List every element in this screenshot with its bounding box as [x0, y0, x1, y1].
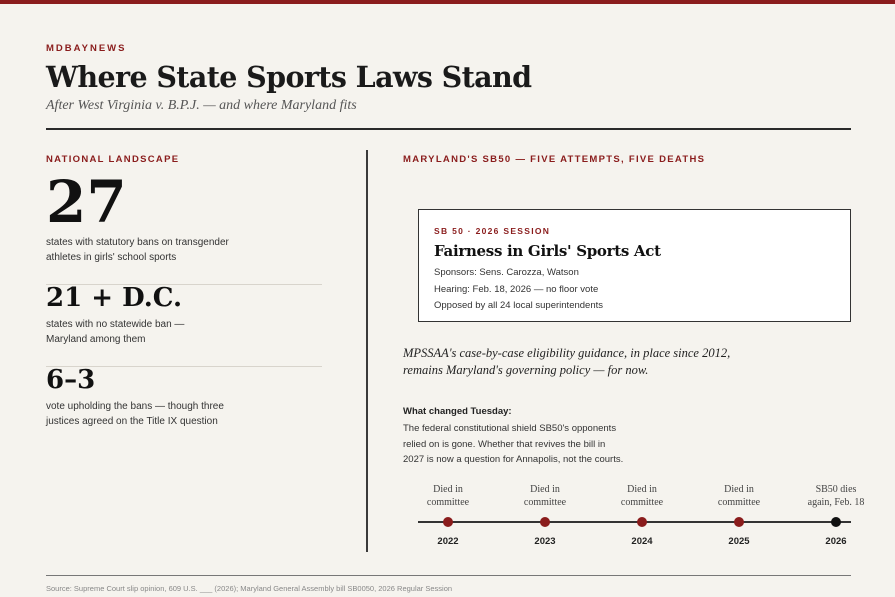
timeline-label-line: committee — [426, 497, 470, 508]
page-title: Where State Sports Laws Stand — [46, 60, 532, 94]
timeline-label-line: Died in — [530, 484, 560, 495]
timeline-entry: Died in committee 2023 — [495, 483, 595, 547]
timeline-label-line: Died in — [433, 484, 463, 495]
page-subtitle: After West Virginia v. B.P.J. — and wher… — [46, 98, 357, 113]
timeline-entry: Died in committee 2022 — [398, 483, 498, 547]
timeline-entry: Died in committee 2024 — [592, 483, 692, 547]
what-changed-body: The federal constitutional shield SB50's… — [403, 421, 643, 468]
stat-states-with-bans-desc: states with statutory bans on transgende… — [46, 235, 229, 265]
what-changed-line: relied on is gone. Whether that revives … — [403, 438, 606, 450]
stat-desc-line: Maryland among them — [46, 334, 146, 345]
bill-card-opposition: Opposed by all 24 local superintendents — [434, 300, 604, 311]
header-rule — [46, 128, 851, 130]
timeline-dot — [637, 517, 647, 527]
stat-states-with-bans-value: 27 — [46, 168, 127, 236]
timeline-label: SB50 dies again, Feb. 18 — [786, 483, 886, 509]
timeline-year: 2025 — [728, 536, 750, 547]
stat-no-ban-value: 21 + D.C. — [46, 283, 183, 313]
timeline-label-line: Died in — [627, 484, 657, 495]
bill-card-sponsors: Sponsors: Sens. Carozza, Watson — [434, 267, 579, 278]
column-divider — [366, 150, 368, 552]
timeline-dot — [443, 517, 453, 527]
timeline-label-line: again, Feb. 18 — [807, 497, 865, 508]
timeline-year: 2024 — [631, 536, 653, 547]
stat-desc-line: justices agreed on the Title IX question — [46, 416, 218, 427]
stat-desc-line: vote upholding the bans — though three — [46, 401, 224, 412]
bill-card-hearing: Hearing: Feb. 18, 2026 — no floor vote — [434, 284, 599, 295]
timeline-label-line: committee — [523, 497, 567, 508]
source-note: Source: Supreme Court slip opinion, 609 … — [46, 584, 453, 593]
stat-vote-value: 6–3 — [46, 365, 96, 395]
timeline-label: Died in committee — [689, 483, 789, 509]
footer-rule — [46, 575, 851, 576]
timeline-dot — [540, 517, 550, 527]
maryland-sb50-label: MARYLAND'S SB50 — FIVE ATTEMPTS, FIVE DE… — [403, 154, 706, 165]
timeline-year: 2026 — [825, 536, 847, 547]
what-changed-line: 2027 is now a question for Annapolis, no… — [403, 454, 624, 465]
policy-quote: MPSSAA's case-by-case eligibility guidan… — [403, 345, 763, 379]
what-changed-line: The federal constitutional shield SB50's… — [403, 423, 617, 434]
stat-desc-line: states with no statewide ban — — [46, 319, 185, 330]
what-changed-heading: What changed Tuesday: — [403, 406, 512, 417]
timeline-label-line: committee — [717, 497, 761, 508]
bill-card-tag: SB 50 · 2026 SESSION — [434, 226, 551, 236]
top-accent-bar — [0, 0, 895, 4]
stat-desc-line: athletes in girls' school sports — [46, 252, 177, 263]
timeline-label-line: Died in — [724, 484, 754, 495]
timeline-dot-final — [831, 517, 841, 527]
national-landscape-label: NATIONAL LANDSCAPE — [46, 154, 180, 165]
timeline-entry: Died in committee 2025 — [689, 483, 789, 547]
timeline-year: 2023 — [534, 536, 556, 547]
bill-card-title: Fairness in Girls' Sports Act — [434, 242, 661, 260]
bill-card: SB 50 · 2026 SESSION Fairness in Girls' … — [418, 209, 851, 322]
timeline-label: Died in committee — [398, 483, 498, 509]
stat-no-ban-desc: states with no statewide ban — Maryland … — [46, 317, 184, 347]
timeline-axis — [418, 521, 851, 523]
stat-vote-desc: vote upholding the bans — though three j… — [46, 399, 224, 429]
timeline-label: Died in committee — [592, 483, 692, 509]
timeline-label-line: SB50 dies — [815, 484, 857, 495]
quote-line: remains Maryland's governing policy — fo… — [403, 363, 649, 377]
timeline-year: 2022 — [437, 536, 459, 547]
quote-line: MPSSAA's case-by-case eligibility guidan… — [403, 346, 731, 360]
timeline-dot — [734, 517, 744, 527]
timeline-label-line: committee — [620, 497, 664, 508]
timeline-label: Died in committee — [495, 483, 595, 509]
publication-kicker: MDBAYNEWS — [46, 43, 127, 54]
timeline-entry-final: SB50 dies again, Feb. 18 2026 — [786, 483, 886, 547]
stat-desc-line: states with statutory bans on transgende… — [46, 237, 229, 248]
